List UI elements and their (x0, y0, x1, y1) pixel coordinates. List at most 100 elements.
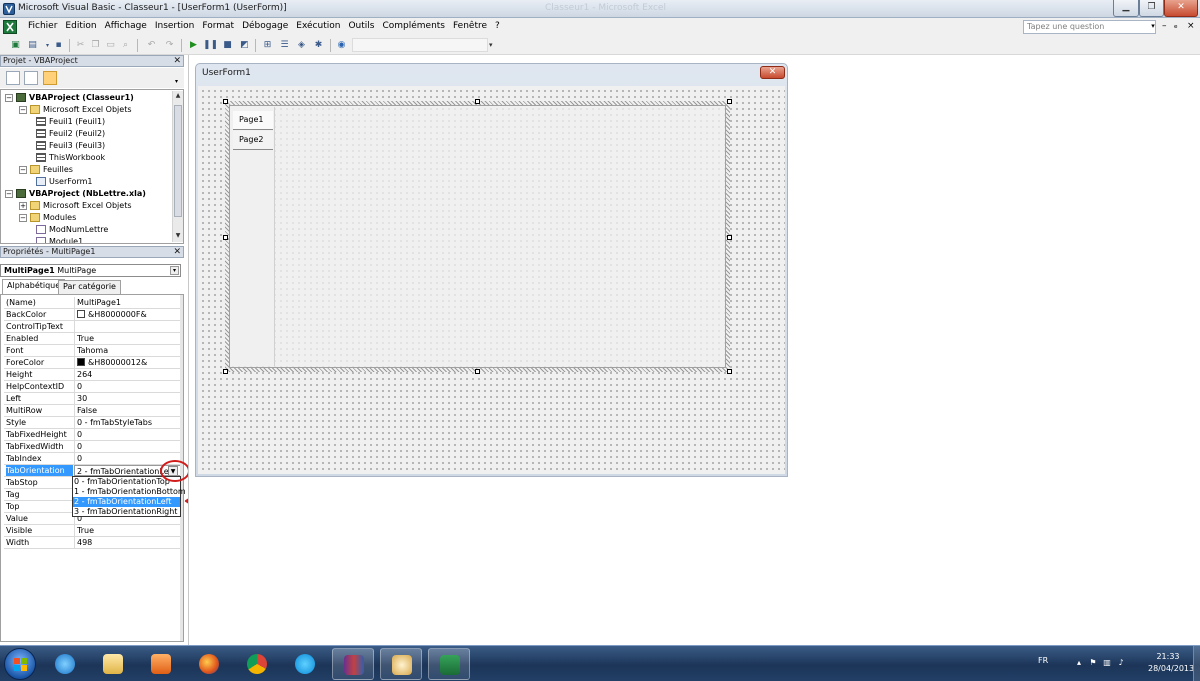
scroll-up-icon[interactable]: ▲ (174, 92, 182, 102)
ask-question-dropdown[interactable]: ▾ (1148, 20, 1158, 34)
userform-close-icon[interactable]: ✕ (760, 66, 785, 79)
object-selector[interactable]: MultiPage1 MultiPage ▾ (0, 264, 181, 277)
break-icon[interactable]: ❚❚ (203, 38, 218, 53)
collapse-icon[interactable]: − (19, 213, 27, 222)
menu-item-10[interactable]: ? (491, 21, 504, 31)
menu-item-9[interactable]: Fenêtre (449, 21, 491, 31)
property-value[interactable]: True (74, 333, 181, 344)
tree-node[interactable]: − Microsoft Excel Objets (19, 104, 132, 116)
menu-item-3[interactable]: Insertion (151, 21, 199, 31)
toolbox-icon[interactable]: ✱ (311, 38, 326, 53)
property-value[interactable]: True (74, 525, 181, 536)
property-row[interactable]: Height 264 (4, 369, 181, 381)
menu-item-2[interactable]: Affichage (101, 21, 151, 31)
resize-handle[interactable] (727, 99, 732, 104)
menu-item-4[interactable]: Format (198, 21, 238, 31)
properties-pane-close-icon[interactable]: ✕ (173, 247, 181, 257)
property-row[interactable]: BackColor &H8000000F& (4, 309, 181, 321)
taskbar-excel-button[interactable] (428, 648, 470, 680)
userform-window[interactable]: UserForm1 ✕ Page1 Page2 (195, 63, 788, 477)
property-row[interactable]: ForeColor &H80000012& (4, 357, 181, 369)
ask-question-input[interactable]: Tapez une question (1023, 20, 1156, 34)
save-icon[interactable]: ▪ (51, 38, 66, 53)
project-tree-scrollbar[interactable]: ▲ ▼ (172, 91, 183, 242)
multipage-control[interactable]: Page1 Page2 (229, 105, 726, 368)
mdi-restore-button[interactable]: ₑ (1174, 21, 1178, 31)
scroll-thumb[interactable] (174, 105, 182, 217)
taskbar-internet-explorer-button[interactable] (44, 648, 86, 680)
dropdown-option[interactable]: 2 - fmTabOrientationLeft (73, 497, 180, 507)
tree-node[interactable]: − VBAProject (Classeur1) (5, 92, 134, 104)
show-desktop-button[interactable] (1193, 646, 1200, 681)
tray-expand-icon[interactable]: ▴ (1074, 658, 1084, 668)
collapse-icon[interactable]: − (19, 165, 27, 174)
property-value[interactable]: 0 (74, 381, 181, 392)
clock[interactable]: 21:33 28/04/2013 (1148, 651, 1194, 675)
property-value[interactable]: 30 (74, 393, 181, 404)
property-row[interactable]: ControlTipText (4, 321, 181, 333)
collapse-icon[interactable]: − (19, 105, 27, 114)
property-row[interactable]: HelpContextID 0 (4, 381, 181, 393)
userform-canvas[interactable]: Page1 Page2 (198, 86, 785, 474)
property-value[interactable]: False (74, 405, 181, 416)
resize-handle[interactable] (223, 235, 228, 240)
property-row[interactable]: Left 30 (4, 393, 181, 405)
tree-node[interactable]: − VBAProject (NbLettre.xla) (5, 188, 146, 200)
find-icon[interactable]: ⌕ (118, 38, 133, 53)
tree-node[interactable]: − Modules (19, 212, 76, 224)
tree-node[interactable]: ModNumLettre (34, 224, 108, 236)
taskbar-firefox-button[interactable] (188, 648, 230, 680)
redo-icon[interactable]: ↷ (162, 38, 177, 53)
menu-item-6[interactable]: Exécution (292, 21, 344, 31)
cut-icon[interactable]: ✂ (73, 38, 88, 53)
view-code-icon[interactable] (6, 71, 20, 85)
expand-icon[interactable]: + (19, 201, 27, 210)
taskbar-chrome-button[interactable] (236, 648, 278, 680)
tree-node[interactable]: Module1 (34, 236, 83, 243)
insert-userform-icon[interactable]: ▤ (25, 38, 40, 53)
tree-node[interactable]: − Feuilles (19, 164, 73, 176)
resize-handle[interactable] (727, 369, 732, 374)
tab-alphabetique[interactable]: Alphabétique (2, 279, 66, 294)
property-value[interactable]: 498 (74, 537, 181, 548)
paste-icon[interactable]: ▭ (103, 38, 118, 53)
design-mode-icon[interactable]: ◩ (237, 38, 252, 53)
mdi-minimize-button[interactable]: – (1162, 21, 1167, 31)
property-row[interactable]: TabFixedHeight 0 (4, 429, 181, 441)
menu-item-5[interactable]: Débogage (238, 21, 292, 31)
view-excel-icon[interactable]: ▣ (8, 38, 23, 53)
property-row[interactable]: Font Tahoma (4, 345, 181, 357)
property-value[interactable] (74, 321, 181, 332)
property-value[interactable]: 264 (74, 369, 181, 380)
network-icon[interactable]: ▥ (1102, 658, 1112, 668)
object-selector-dropdown-icon[interactable]: ▾ (170, 266, 179, 275)
dropdown-option[interactable]: 1 - fmTabOrientationBottom (73, 487, 186, 497)
property-value[interactable]: &H8000000F& (74, 309, 181, 320)
mdi-close-button[interactable]: × (1187, 21, 1195, 31)
start-button[interactable] (4, 648, 36, 680)
toggle-folders-icon[interactable] (43, 71, 57, 85)
tab-page1[interactable]: Page1 (233, 111, 273, 130)
view-object-icon[interactable] (24, 71, 38, 85)
property-value[interactable]: MultiPage1 (74, 297, 181, 308)
properties-window-icon[interactable]: ☰ (277, 38, 292, 53)
taskbar-paint-button[interactable] (380, 648, 422, 680)
menu-item-8[interactable]: Compléments (378, 21, 449, 31)
undo-icon[interactable]: ↶ (144, 38, 159, 53)
tree-node[interactable]: + Microsoft Excel Objets (19, 200, 132, 212)
property-value[interactable]: 0 - fmTabStyleTabs (74, 417, 181, 428)
tree-node[interactable]: Feuil3 (Feuil3) (34, 140, 105, 152)
language-indicator[interactable]: FR (1038, 656, 1048, 665)
property-row[interactable]: Style 0 - fmTabStyleTabs (4, 417, 181, 429)
tab-page2[interactable]: Page2 (233, 131, 273, 150)
action-center-icon[interactable]: ⚑ (1088, 658, 1098, 668)
property-row[interactable]: TabFixedWidth 0 (4, 441, 181, 453)
tab-par-categorie[interactable]: Par catégorie (58, 280, 121, 294)
copy-icon[interactable]: ❐ (88, 38, 103, 53)
resize-handle[interactable] (475, 99, 480, 104)
project-explorer-icon[interactable]: ⊞ (260, 38, 275, 53)
project-toolbar-chevron-icon[interactable]: ▾ (175, 78, 178, 85)
volume-icon[interactable]: ♪ (1116, 658, 1126, 668)
taskbar-media-player-button[interactable] (140, 648, 182, 680)
property-row[interactable]: (Name) MultiPage1 (4, 297, 181, 309)
